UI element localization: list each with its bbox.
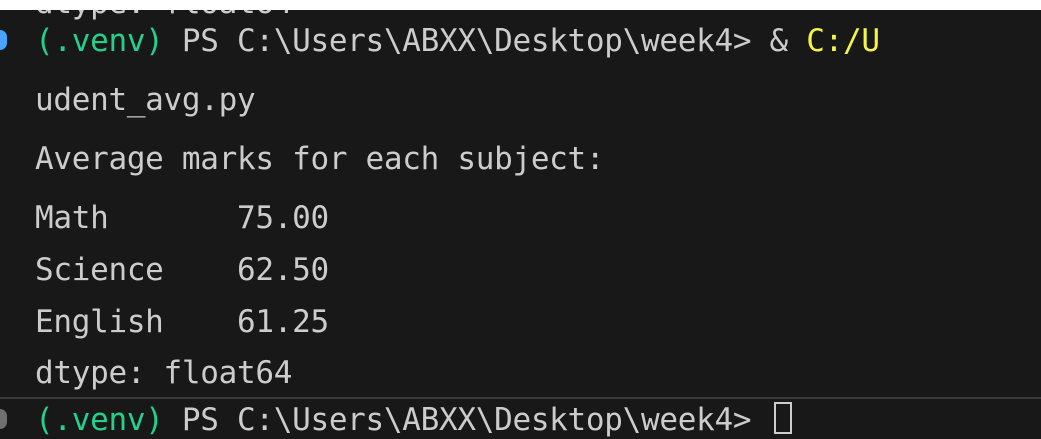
output-heading: Average marks for each subject:: [35, 141, 605, 177]
average-value: 61.25: [237, 304, 329, 340]
subject-label: English: [35, 304, 164, 340]
terminal-screenshot: dtype: float64 (.venv) PS C:\Users\ABXX\…: [0, 0, 1041, 439]
current-prompt-line: (.venv) PS C:\Users\ABXX\Desktop\week4>: [35, 399, 792, 439]
command-prompt-line: (.venv) PS C:\Users\ABXX\Desktop\week4> …: [35, 20, 880, 62]
output-row-english: English 61.25: [35, 301, 329, 343]
top-border: [0, 0, 1041, 10]
command-status-marker: [0, 30, 7, 50]
truncated-command-path: C:/U: [806, 23, 880, 59]
command-continuation-line: udent_avg.py: [35, 82, 256, 118]
average-value: 62.50: [237, 252, 329, 288]
venv-label: (.venv): [35, 23, 164, 59]
prompt-path: PS C:\Users\ABXX\Desktop\week4>: [163, 23, 770, 59]
column-spacing: [164, 252, 237, 288]
column-spacing: [164, 304, 237, 340]
command-operator: &: [769, 23, 807, 59]
column-spacing: [108, 200, 237, 236]
current-command-marker: [0, 409, 7, 429]
output-dtype: dtype: float64: [35, 355, 293, 391]
average-value: 75.00: [237, 200, 329, 236]
subject-label: Science: [35, 252, 164, 288]
output-row-science: Science 62.50: [35, 249, 329, 291]
prompt-path: PS C:\Users\ABXX\Desktop\week4>: [163, 402, 770, 438]
venv-label: (.venv): [35, 402, 164, 438]
terminal-panel[interactable]: dtype: float64 (.venv) PS C:\Users\ABXX\…: [0, 10, 1041, 439]
terminal-cursor[interactable]: [773, 402, 792, 434]
output-row-math: Math 75.00: [35, 197, 329, 239]
subject-label: Math: [35, 200, 109, 236]
